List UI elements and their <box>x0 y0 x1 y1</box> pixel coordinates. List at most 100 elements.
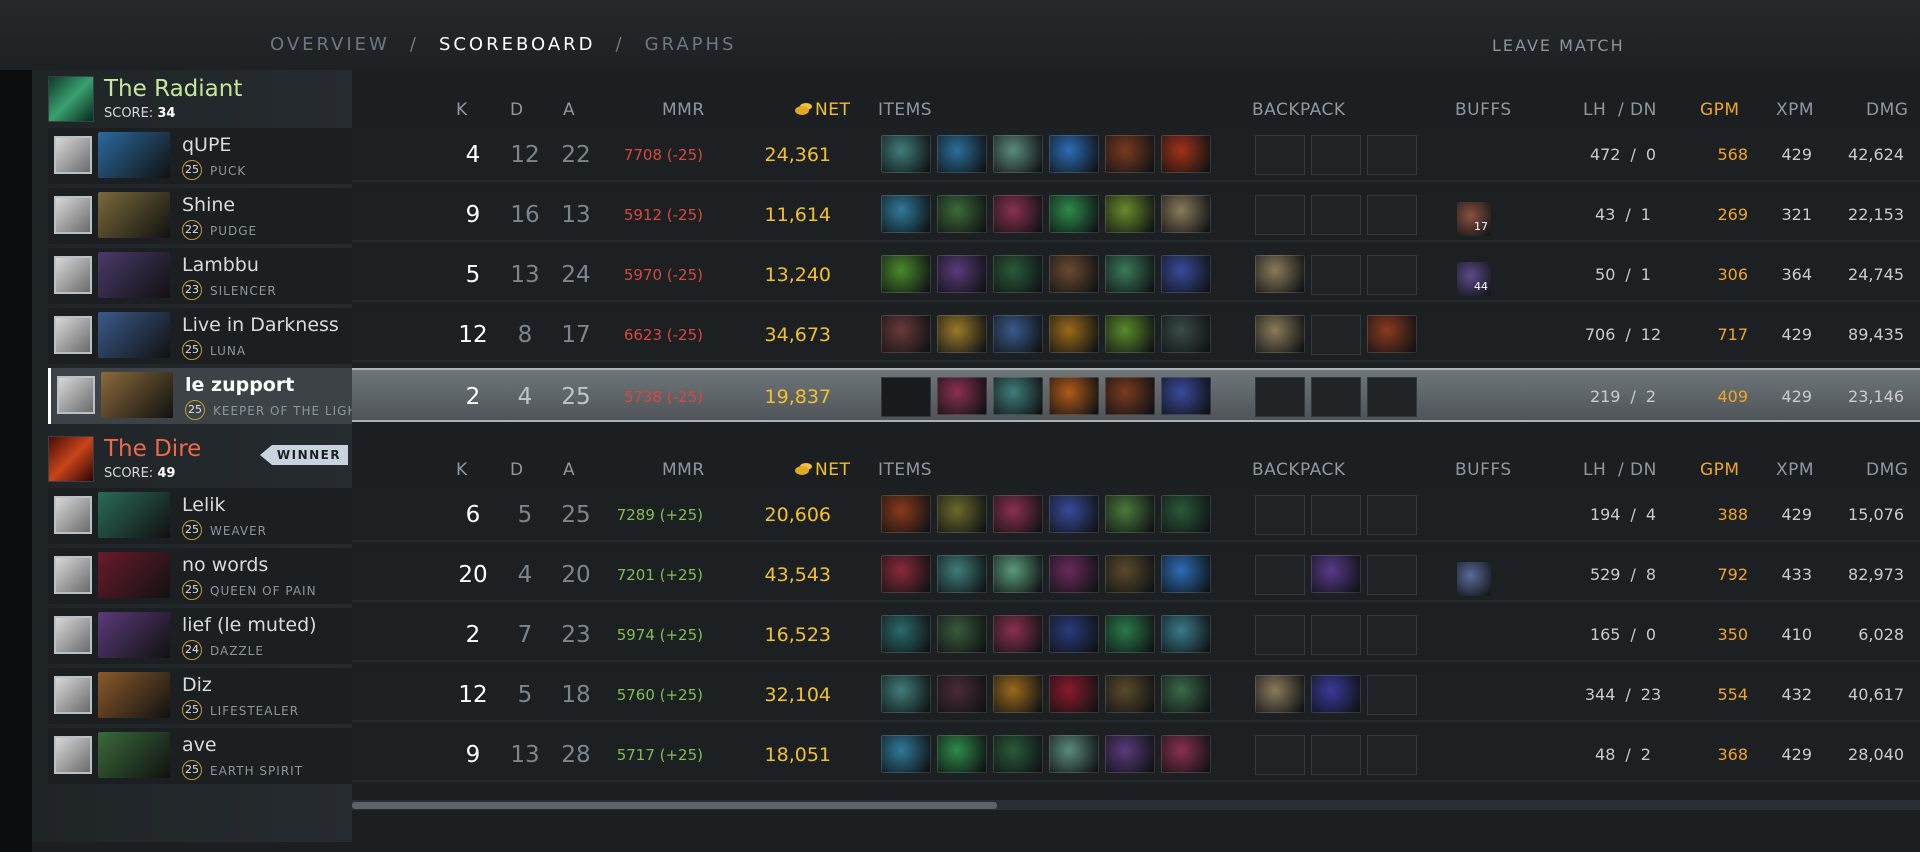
item-icon[interactable] <box>1049 495 1099 533</box>
scoreboard-row[interactable]: 20 4 20 7201 (+25) 43,543 529/8 792 433 82,973 <box>352 548 1920 602</box>
item-icon[interactable] <box>881 615 931 653</box>
empty-backpack-slot[interactable] <box>1311 735 1361 775</box>
player-row-radiant[interactable]: qUPE 25 PUCK <box>48 128 352 184</box>
player-avatar[interactable] <box>54 316 92 354</box>
scoreboard-row[interactable]: 12 8 17 6623 (-25) 34,673 706/12 717 429 89,435 <box>352 308 1920 362</box>
empty-backpack-slot[interactable] <box>1367 495 1417 535</box>
item-icon[interactable] <box>993 615 1043 653</box>
item-icon[interactable] <box>993 735 1043 773</box>
item-icon[interactable] <box>1049 555 1099 593</box>
item-icon[interactable] <box>1161 675 1211 713</box>
buff-icon[interactable]: 17 <box>1457 202 1491 236</box>
scrollbar-thumb[interactable] <box>352 802 997 809</box>
empty-backpack-slot[interactable] <box>1367 255 1417 295</box>
scoreboard-row[interactable]: 4 12 22 7708 (-25) 24,361 472/0 568 429 42,624 <box>352 128 1920 182</box>
item-icon[interactable] <box>1049 135 1099 173</box>
item-icon[interactable] <box>1049 315 1099 353</box>
player-avatar[interactable] <box>57 376 95 414</box>
item-icon[interactable] <box>1161 735 1211 773</box>
scoreboard-row[interactable]: 5 13 24 5970 (-25) 13,240 44 50/1 306 364 24,745 <box>352 248 1920 302</box>
item-icon[interactable] <box>881 555 931 593</box>
player-avatar[interactable] <box>54 256 92 294</box>
empty-backpack-slot[interactable] <box>1311 255 1361 295</box>
item-icon[interactable] <box>993 135 1043 173</box>
item-icon[interactable] <box>993 195 1043 233</box>
item-icon[interactable] <box>1049 377 1099 415</box>
player-row-radiant[interactable]: Lambbu 23 SILENCER <box>48 248 352 304</box>
item-icon[interactable] <box>937 675 987 713</box>
scoreboard-row[interactable]: 12 5 18 5760 (+25) 32,104 344/23 554 432 40,617 <box>352 668 1920 722</box>
item-icon[interactable] <box>1049 615 1099 653</box>
item-icon[interactable] <box>1161 377 1211 415</box>
item-icon[interactable] <box>1105 615 1155 653</box>
item-icon[interactable] <box>1161 495 1211 533</box>
scoreboard-row[interactable]: 6 5 25 7289 (+25) 20,606 194/4 388 429 15,076 <box>352 488 1920 542</box>
item-icon[interactable] <box>937 255 987 293</box>
empty-backpack-slot[interactable] <box>1255 495 1305 535</box>
item-icon[interactable] <box>1105 195 1155 233</box>
empty-backpack-slot[interactable] <box>1255 615 1305 655</box>
empty-backpack-slot[interactable] <box>1311 315 1361 355</box>
item-icon[interactable] <box>937 735 987 773</box>
item-icon[interactable] <box>993 555 1043 593</box>
player-avatar[interactable] <box>54 736 92 774</box>
item-icon[interactable] <box>1161 135 1211 173</box>
item-icon[interactable] <box>1105 377 1155 415</box>
empty-backpack-slot[interactable] <box>1311 195 1361 235</box>
backpack-item-icon[interactable] <box>1255 315 1305 353</box>
item-icon[interactable] <box>881 315 931 353</box>
item-icon[interactable] <box>1161 255 1211 293</box>
player-row-radiant[interactable]: Shine 22 PUDGE <box>48 188 352 244</box>
tab-overview[interactable]: OVERVIEW <box>270 34 390 55</box>
backpack-item-icon[interactable] <box>1367 315 1417 353</box>
player-avatar[interactable] <box>54 556 92 594</box>
item-icon[interactable] <box>881 135 931 173</box>
item-icon[interactable] <box>993 675 1043 713</box>
player-row-radiant[interactable]: Live in Darkness 25 LUNA <box>48 308 352 364</box>
item-icon[interactable] <box>1105 255 1155 293</box>
buff-icon[interactable] <box>1457 562 1491 596</box>
tab-graphs[interactable]: GRAPHS <box>645 34 737 55</box>
item-icon[interactable] <box>1161 555 1211 593</box>
player-avatar[interactable] <box>54 616 92 654</box>
item-icon[interactable] <box>1161 195 1211 233</box>
item-icon[interactable] <box>881 255 931 293</box>
item-icon[interactable] <box>1105 555 1155 593</box>
item-icon[interactable] <box>881 735 931 773</box>
scoreboard-row[interactable]: 2 7 23 5974 (+25) 16,523 165/0 350 410 6,028 <box>352 608 1920 662</box>
empty-backpack-slot[interactable] <box>1367 555 1417 595</box>
item-icon[interactable] <box>1049 735 1099 773</box>
item-icon[interactable] <box>881 675 931 713</box>
empty-item-slot[interactable] <box>881 377 931 417</box>
empty-backpack-slot[interactable] <box>1367 675 1417 715</box>
backpack-item-icon[interactable] <box>1311 555 1361 593</box>
scoreboard-row[interactable]: 2 4 25 5738 (-25) 19,837 219/2 409 429 23,146 <box>352 368 1920 422</box>
item-icon[interactable] <box>1105 135 1155 173</box>
item-icon[interactable] <box>1161 615 1211 653</box>
empty-backpack-slot[interactable] <box>1255 195 1305 235</box>
tab-scoreboard[interactable]: SCOREBOARD <box>439 34 596 55</box>
item-icon[interactable] <box>881 195 931 233</box>
item-icon[interactable] <box>937 495 987 533</box>
player-row-dire[interactable]: ave 25 EARTH SPIRIT <box>48 728 352 784</box>
player-avatar[interactable] <box>54 196 92 234</box>
item-icon[interactable] <box>1049 255 1099 293</box>
item-icon[interactable] <box>993 315 1043 353</box>
empty-backpack-slot[interactable] <box>1311 615 1361 655</box>
item-icon[interactable] <box>937 555 987 593</box>
leave-match-button[interactable]: LEAVE MATCH <box>1492 36 1625 55</box>
backpack-item-icon[interactable] <box>1255 255 1305 293</box>
empty-backpack-slot[interactable] <box>1367 135 1417 175</box>
item-icon[interactable] <box>1049 675 1099 713</box>
empty-backpack-slot[interactable] <box>1367 615 1417 655</box>
player-row-radiant[interactable]: le zupport 25 KEEPER OF THE LIGHT <box>48 368 365 424</box>
item-icon[interactable] <box>937 135 987 173</box>
item-icon[interactable] <box>1105 495 1155 533</box>
item-icon[interactable] <box>1105 675 1155 713</box>
empty-backpack-slot[interactable] <box>1311 135 1361 175</box>
item-icon[interactable] <box>937 377 987 415</box>
empty-backpack-slot[interactable] <box>1367 377 1417 417</box>
player-row-dire[interactable]: Diz 25 LIFESTEALER <box>48 668 352 724</box>
scoreboard-row[interactable]: 9 13 28 5717 (+25) 18,051 48/2 368 429 28,040 <box>352 728 1920 782</box>
empty-backpack-slot[interactable] <box>1255 735 1305 775</box>
